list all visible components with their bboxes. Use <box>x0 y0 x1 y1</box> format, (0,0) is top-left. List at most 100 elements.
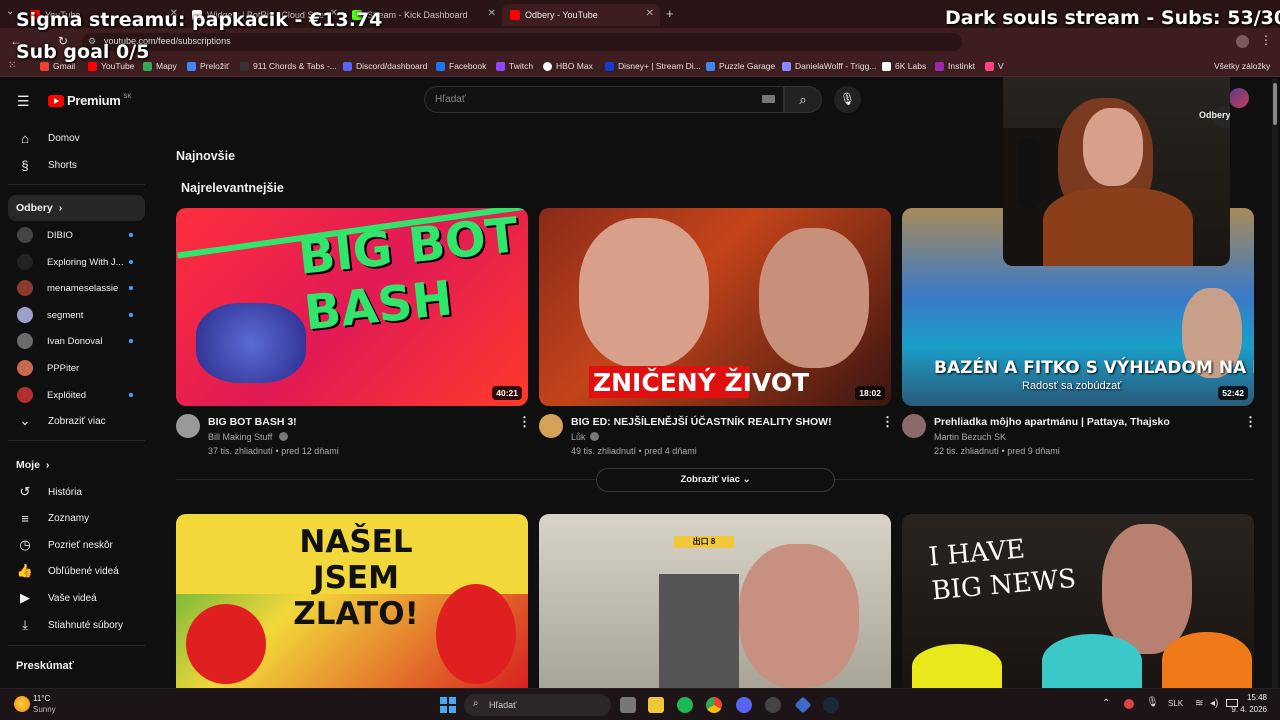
sidebar-item-domov[interactable]: ⌂ Domov <box>8 125 145 151</box>
tab-odbery-youtube[interactable]: Odbery - YouTube ✕ <box>502 4 660 26</box>
input-language[interactable]: SLK <box>1168 699 1183 708</box>
chevron-up-icon[interactable]: ⌃ <box>1102 698 1110 709</box>
microphone-icon[interactable]: 🎙 <box>1146 697 1159 708</box>
video-title[interactable]: BIG BOT BASH 3! <box>208 416 297 428</box>
channel-avatar[interactable] <box>176 414 200 438</box>
steam-icon[interactable] <box>823 697 839 713</box>
weather-sun-icon[interactable] <box>14 696 30 712</box>
channel-segment[interactable]: segment <box>8 302 145 328</box>
v-icon <box>985 61 994 71</box>
bookmark-discord[interactable]: Discord/dashboard <box>343 61 427 71</box>
close-tab-icon[interactable]: ✕ <box>646 8 654 19</box>
channel-ivan-donoval[interactable]: Ivan Donoval <box>8 328 145 354</box>
video-channel[interactable]: Bill Making Stuff <box>208 432 272 442</box>
sidebar-item-downloads[interactable]: ⤓ Stiahnuté súbory <box>8 612 145 638</box>
more-actions-icon[interactable]: ⋮ <box>518 414 531 430</box>
file-explorer-icon[interactable] <box>648 697 664 713</box>
channel-avatar[interactable] <box>902 414 926 438</box>
webcam-microphone <box>1018 138 1040 208</box>
sidebar-show-more[interactable]: ⌄ Zobraziť viac <box>8 408 145 434</box>
sidebar-item-shorts[interactable]: § Shorts <box>8 152 145 178</box>
search-button[interactable]: ⌕ <box>784 86 822 113</box>
close-tab-icon[interactable]: ✕ <box>488 8 496 19</box>
bookmark-danielawolff[interactable]: DanielaWolff - Trigg... <box>782 61 876 71</box>
bookmark-v[interactable]: V <box>985 61 1004 71</box>
search-input[interactable]: Hľadať <box>424 86 784 113</box>
video-thumbnail[interactable]: 出口 8 <box>539 514 891 688</box>
thumbnail-text: ZNIČENÝ ŽIVOT <box>593 368 810 397</box>
bookmark-911-chords[interactable]: 911 Chords & Tabs -... <box>240 61 337 71</box>
video-thumbnail[interactable]: BIG BOT BASH 40:21 <box>176 208 528 406</box>
video-thumbnail[interactable]: I HAVE BIG NEWS <box>902 514 1254 688</box>
tray-app-icon[interactable] <box>1124 699 1134 709</box>
chrome-menu-icon[interactable]: ⋮ <box>1260 33 1272 47</box>
video-channel[interactable]: Lůk <box>571 432 586 442</box>
bookmark-hbo-max[interactable]: HBO Max <box>543 61 593 71</box>
sidebar-item-historia[interactable]: ↺ História <box>8 479 145 505</box>
hamburger-menu-icon[interactable]: ☰ <box>17 93 30 110</box>
chrome-icon[interactable] <box>706 697 722 713</box>
all-bookmarks-label: Všetky záložky <box>1214 61 1271 71</box>
channel-exploited[interactable]: Explöited <box>8 382 145 408</box>
bookmark-disney[interactable]: Disney+ | Stream Di... <box>605 61 701 71</box>
spotify-icon[interactable] <box>677 697 693 713</box>
number-graphic-two <box>1042 634 1142 688</box>
windows-start-icon[interactable] <box>440 697 456 713</box>
weather-desc[interactable]: Sunny <box>33 705 56 714</box>
volume-icon[interactable]: ◂) <box>1210 698 1218 709</box>
channel-pppiter[interactable]: PPPiter <box>8 355 145 381</box>
sidebar-item-your-videos[interactable]: ▶ Vaše videá <box>8 585 145 611</box>
clock-date[interactable]: 9. 4. 2026 <box>1225 705 1267 714</box>
sidebar-subscriptions-header[interactable]: Odbery › <box>8 195 145 221</box>
premium-label: Premium <box>67 93 121 108</box>
video-thumbnail[interactable]: NAŠEL JSEM ZLATO! <box>176 514 528 688</box>
video-thumbnail[interactable]: ZNIČENÝ ŽIVOT 18:02 <box>539 208 891 406</box>
feed-chip-partial[interactable]: Odbery <box>1199 106 1230 128</box>
wifi-icon[interactable]: ≋ <box>1195 698 1203 709</box>
discord-icon[interactable] <box>736 697 752 713</box>
sidebar-item-watch-later[interactable]: ◷ Pozrieť neskôr <box>8 532 145 558</box>
puzzle-icon <box>706 61 715 71</box>
weather-temp[interactable]: 11°C <box>33 694 50 703</box>
profile-avatar-icon[interactable] <box>1236 35 1249 48</box>
sidebar-item-zoznamy[interactable]: ≡ Zoznamy <box>8 505 145 531</box>
task-view-icon[interactable] <box>620 697 636 713</box>
video-channel[interactable]: Martin Bezuch SK <box>934 432 1006 442</box>
all-bookmarks[interactable]: Všetky záložky <box>1214 61 1270 71</box>
scrollbar-thumb[interactable] <box>1273 83 1277 125</box>
bookmark-instinkt[interactable]: Instinkt <box>935 61 975 71</box>
shorts-icon: § <box>21 157 29 173</box>
webcam-face <box>1083 108 1143 186</box>
youtube-premium-logo[interactable]: Premium SK <box>48 93 132 108</box>
channel-name: Exploring With J... <box>47 256 124 268</box>
show-more-button[interactable]: Zobraziť viac ⌄ <box>596 468 835 492</box>
bookmark-6k-labs[interactable]: 6K Labs <box>882 61 926 71</box>
playlists-icon: ≡ <box>21 510 29 526</box>
video-title[interactable]: BIG ED: NEJŠÍLENĚJŠÍ ÚČASTNÍK REALITY SH… <box>571 416 832 428</box>
account-avatar[interactable] <box>1229 88 1249 108</box>
channel-exploring-with-j[interactable]: Exploring With J... <box>8 249 145 275</box>
more-actions-icon[interactable]: ⋮ <box>1244 414 1257 430</box>
bookmark-prelozit[interactable]: Preložiť <box>187 61 229 71</box>
channel-avatar[interactable] <box>539 414 563 438</box>
bookmark-puzzle-garage[interactable]: Puzzle Garage <box>706 61 775 71</box>
sidebar-me-header[interactable]: Moje › <box>8 452 145 478</box>
taskbar-search[interactable]: ⌕ Hľadať <box>464 694 611 716</box>
sidebar-item-liked[interactable]: 👍 Obľúbené videá <box>8 558 145 584</box>
app-diamond-icon[interactable] <box>794 696 812 714</box>
bookmark-facebook[interactable]: Facebook <box>436 61 486 71</box>
channel-dibio[interactable]: DIBIO <box>8 222 145 248</box>
country-code: SK <box>123 93 132 100</box>
voice-search-button[interactable]: 🎙 <box>834 86 861 113</box>
video-title[interactable]: Prehliadka môjho apartmánu | Pattaya, Th… <box>934 416 1170 428</box>
page-scrollbar[interactable] <box>1272 79 1278 688</box>
keyboard-icon[interactable] <box>762 95 775 103</box>
url-field[interactable]: ⚙ youtube.com/feed/subscriptions <box>82 33 962 51</box>
channel-menameselassie[interactable]: menameselassie <box>8 275 145 301</box>
obs-icon[interactable] <box>765 697 781 713</box>
more-actions-icon[interactable]: ⋮ <box>881 414 894 430</box>
bookmark-twitch[interactable]: Twitch <box>496 61 533 71</box>
new-tab-icon[interactable]: + <box>666 6 674 21</box>
clock-time[interactable]: 15:48 <box>1233 693 1267 702</box>
tab-search-icon[interactable]: ⌄ <box>6 6 14 17</box>
